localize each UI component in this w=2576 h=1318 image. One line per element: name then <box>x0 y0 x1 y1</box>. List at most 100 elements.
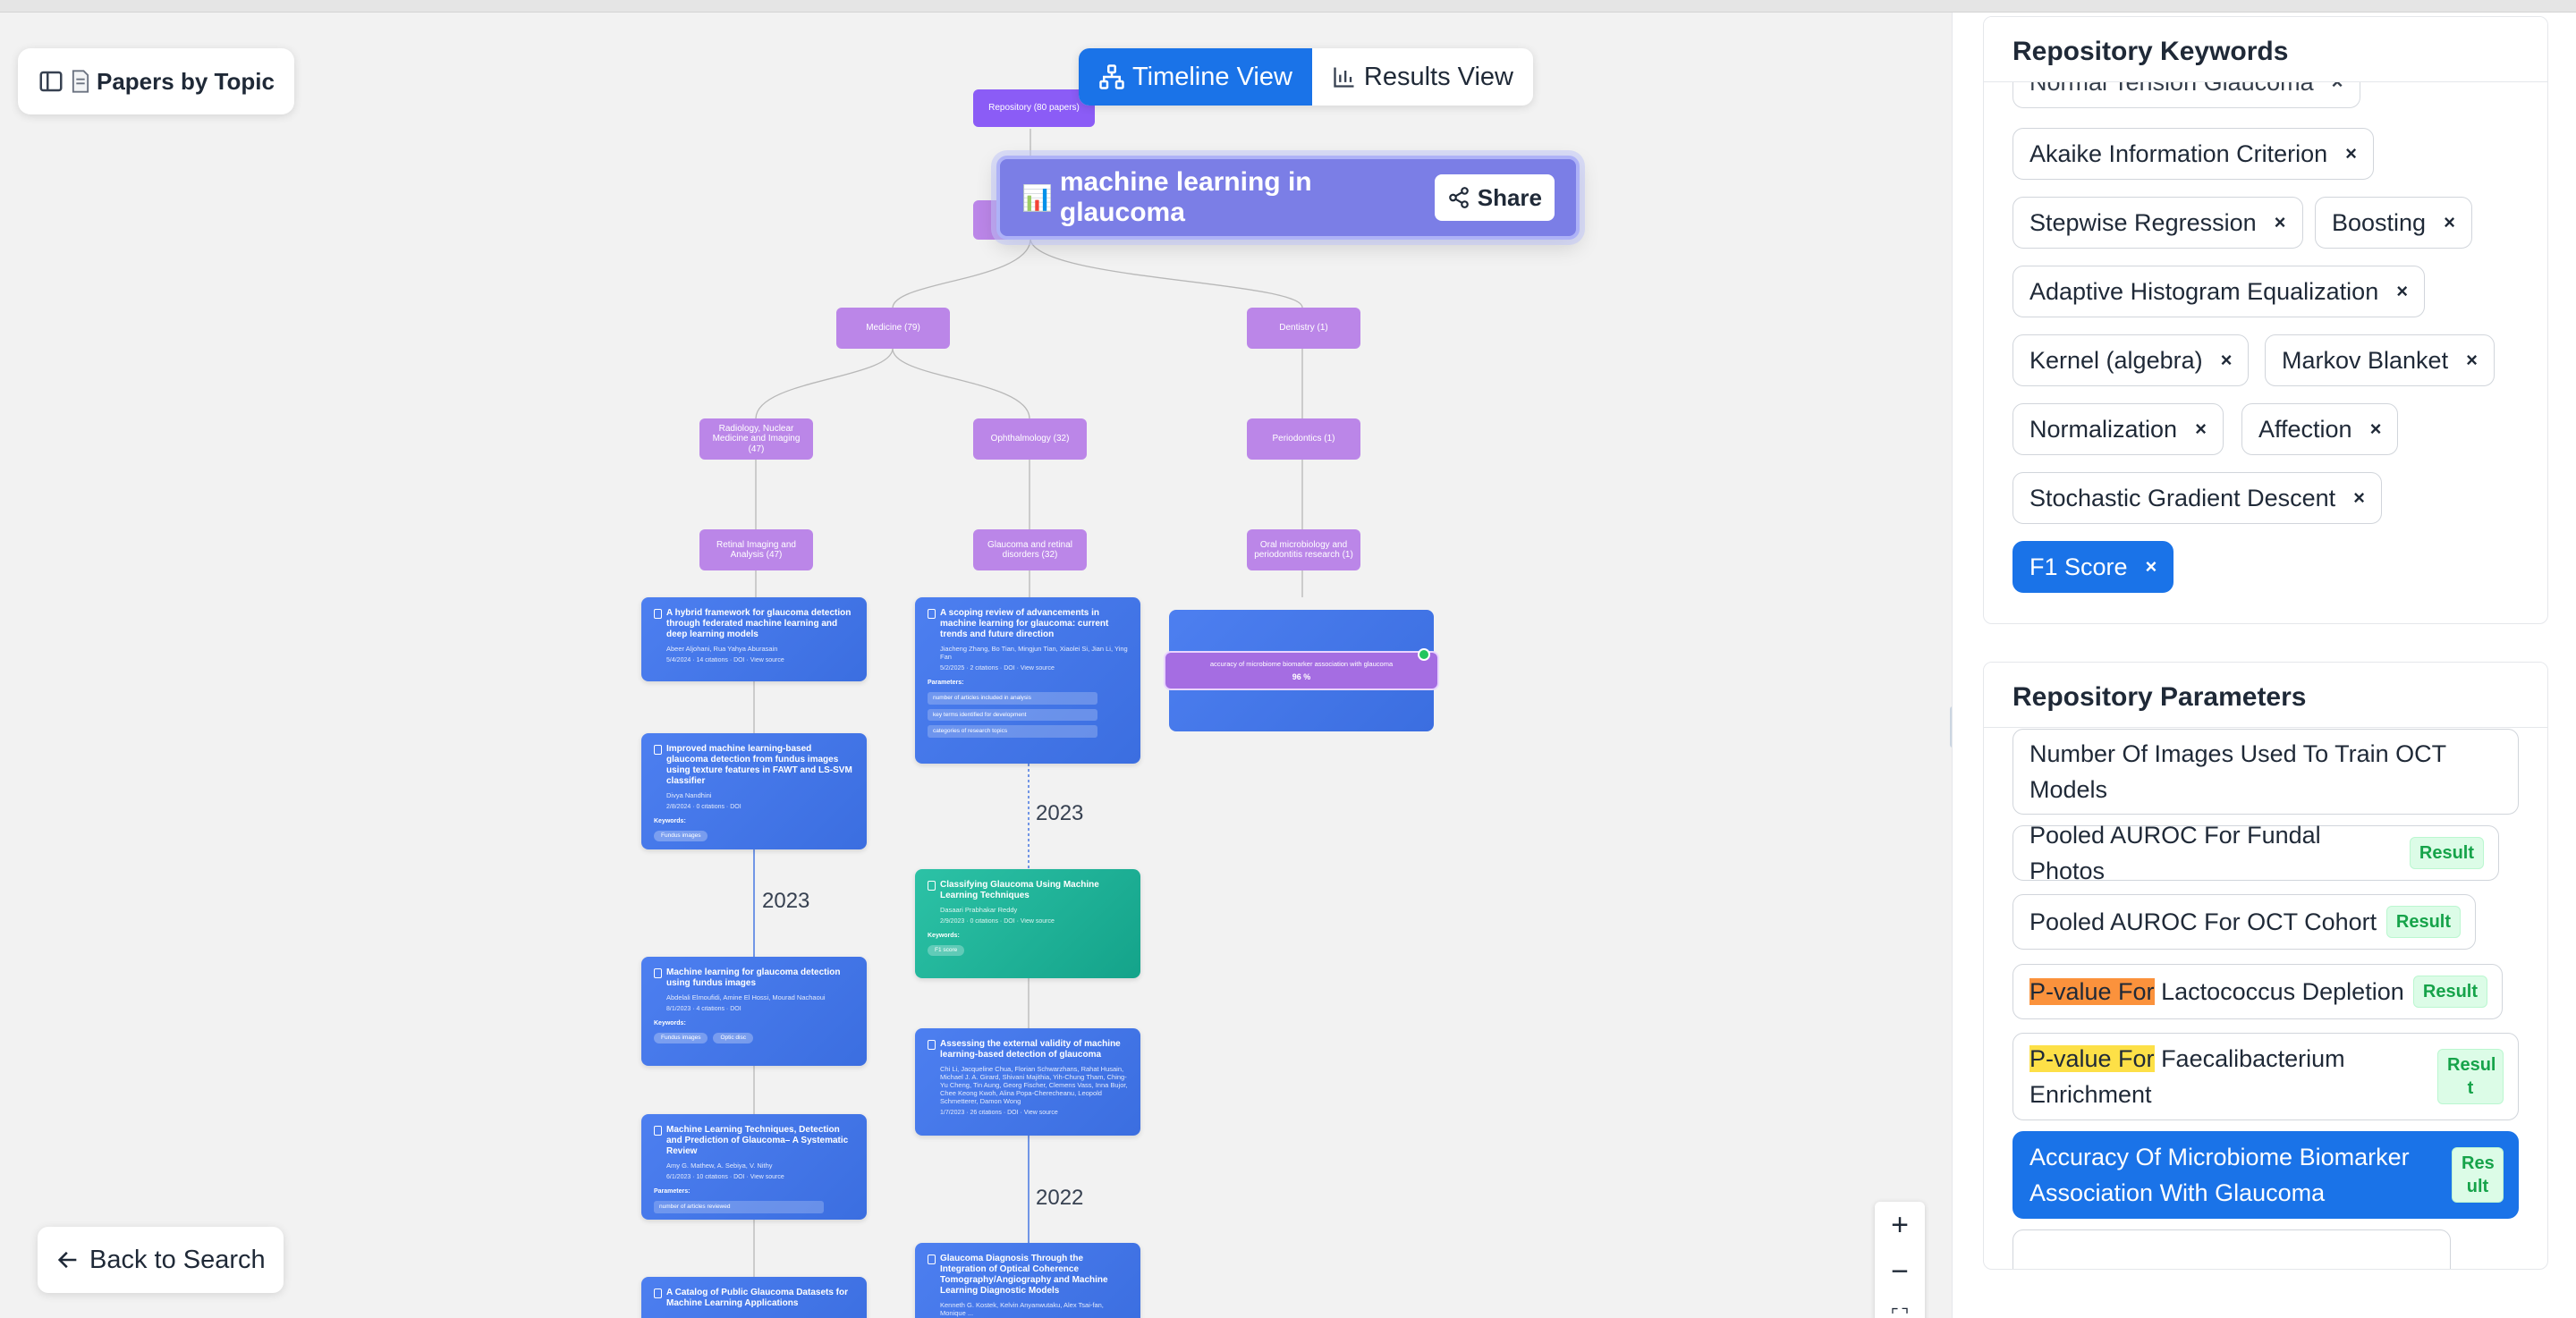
paper-card[interactable]: A hybrid framework for glaucoma detectio… <box>641 597 867 681</box>
parameter-label: Pooled AUROC For OCT Cohort <box>2029 908 2377 935</box>
tree-node-root[interactable]: Repository (80 papers) <box>973 89 1095 127</box>
tree-node-ophthalmology[interactable]: Ophthalmology (32) <box>973 418 1087 460</box>
zoom-in-button[interactable]: + <box>1875 1202 1925 1248</box>
keyword-chip[interactable]: Affection × <box>2241 403 2399 455</box>
keyword-chip[interactable]: Normalization × <box>2012 403 2224 455</box>
paper-card[interactable]: Improved machine learning-based glaucoma… <box>641 733 867 849</box>
paper-title: A Catalog of Public Glaucoma Datasets fo… <box>666 1288 849 1308</box>
remove-icon[interactable]: × <box>2466 349 2478 372</box>
keyword-chip-label: Akaike Information Criterion <box>2029 139 2328 167</box>
remove-icon[interactable]: × <box>2221 349 2233 372</box>
tree-node-glaucoma[interactable]: Glaucoma and retinal disorders (32) <box>973 529 1087 570</box>
chart-icon: 📊 <box>1021 183 1053 212</box>
paper-authors: Abdelali Elmoufidi, Amine El Hossi, Mour… <box>666 993 826 1001</box>
remove-icon[interactable]: × <box>2370 418 2382 441</box>
repository-keywords-title: Repository Keywords <box>1984 17 2547 82</box>
document-icon <box>928 1040 936 1050</box>
document-icon <box>928 881 936 891</box>
parameter-item[interactable]: P-value For Lactococcus Depletion Result <box>2012 964 2503 1019</box>
results-view-label: Results View <box>1363 62 1513 91</box>
document-icon <box>928 1255 936 1264</box>
paper-authors: Abeer Aljohani, Rua Yahya Aburasain <box>666 645 778 653</box>
parameter-row[interactable]: number of articles reviewed <box>654 1200 824 1213</box>
paper-card[interactable]: Machine learning for glaucoma detection … <box>641 957 867 1066</box>
zoom-out-button[interactable]: − <box>1875 1248 1925 1295</box>
remove-icon[interactable]: × <box>2275 211 2286 234</box>
parameter-item[interactable]: P-value For Faecalibacterium Enrichment … <box>2012 1033 2519 1120</box>
paper-card[interactable]: A scoping review of advancements in mach… <box>915 597 1140 764</box>
keyword-chip-label: Stepwise Regression <box>2029 208 2257 236</box>
keyword-chip-label: Affection <box>2258 415 2352 443</box>
keywords-label: Keywords: <box>928 933 960 940</box>
result-node[interactable]: accuracy of microbiome biomarker associa… <box>1164 651 1439 690</box>
back-to-search-button[interactable]: Back to Search <box>38 1227 284 1293</box>
sidebar-icon <box>39 71 63 92</box>
tree-node-periodontics[interactable]: Periodontics (1) <box>1247 418 1360 460</box>
year-label: 2023 <box>1036 801 1084 825</box>
paper-authors: Jiacheng Zhang, Bo Tian, Mingjun Tian, X… <box>940 645 1128 661</box>
parameter-item[interactable]: Number Of Images Used To Train OCT Model… <box>2012 729 2519 815</box>
zoom-controls: + − ⛶ <box>1875 1202 1925 1318</box>
parameter-label: Lactococcus Depletion <box>2154 978 2404 1005</box>
share-icon <box>1448 187 1469 208</box>
remove-icon[interactable]: × <box>2345 142 2357 165</box>
timeline-view-label: Timeline View <box>1132 62 1292 91</box>
keyword-chip[interactable]: Boosting × <box>2315 197 2472 249</box>
parameter-row[interactable]: number of articles included in analysis <box>928 691 1097 705</box>
remove-icon[interactable]: × <box>2146 555 2157 579</box>
keyword-chip[interactable]: Stochastic Gradient Descent × <box>2012 472 2383 524</box>
result-label: accuracy of microbiome biomarker associa… <box>1209 660 1394 668</box>
paper-card[interactable]: Glaucoma Diagnosis Through the Integrati… <box>915 1243 1140 1318</box>
paper-stats: 5/2/2025 · 2 citations · DOI · View sour… <box>940 665 1055 672</box>
timeline-view-tab[interactable]: Timeline View <box>1079 48 1312 106</box>
top-bar <box>0 0 2576 13</box>
keyword-chip[interactable]: Markov Blanket × <box>2265 334 2495 386</box>
keyword-chip[interactable]: Stepwise Regression × <box>2012 197 2303 249</box>
tree-node-oral[interactable]: Oral microbiology and periodontitis rese… <box>1247 529 1360 570</box>
paper-card[interactable]: Classifying Glaucoma Using Machine Learn… <box>915 869 1140 978</box>
tree-node-medicine[interactable]: Medicine (79) <box>836 308 950 349</box>
parameter-item-selected[interactable]: Accuracy Of Microbiome Biomarker Associa… <box>2012 1131 2519 1219</box>
keyword-chip-label: Kernel (algebra) <box>2029 346 2203 374</box>
keyword-chip[interactable]: Akaike Information Criterion × <box>2012 128 2374 180</box>
share-button[interactable]: Share <box>1434 174 1555 221</box>
keyword-chip[interactable]: Kernel (algebra) × <box>2012 334 2250 386</box>
results-view-tab[interactable]: Results View <box>1312 48 1533 106</box>
share-label: Share <box>1477 183 1542 211</box>
keyword-tag[interactable]: Fundus images <box>654 1032 708 1043</box>
fit-view-button[interactable]: ⛶ <box>1875 1295 1925 1318</box>
paper-card[interactable]: Assessing the external validity of machi… <box>915 1028 1140 1136</box>
paper-card[interactable]: Machine Learning Techniques, Detection a… <box>641 1114 867 1220</box>
paper-title: Machine learning for glaucoma detection … <box>666 967 841 988</box>
papers-by-topic-button[interactable]: Papers by Topic <box>18 48 294 114</box>
parameters-label: Parameters: <box>928 680 964 687</box>
paper-card[interactable]: A Catalog of Public Glaucoma Datasets fo… <box>641 1277 867 1318</box>
keyword-tag[interactable]: F1 score <box>928 944 965 956</box>
view-toggle: Timeline View Results View <box>1079 48 1533 106</box>
keyword-tag[interactable]: Fundus images <box>654 830 708 841</box>
remove-icon[interactable]: × <box>2195 418 2207 441</box>
tree-node-radiology[interactable]: Radiology, Nuclear Medicine and Imaging … <box>699 418 813 460</box>
remove-icon[interactable]: × <box>2396 280 2408 303</box>
search-highlight: P-value For <box>2029 1045 2155 1072</box>
paper-title: A hybrid framework for glaucoma detectio… <box>666 608 852 639</box>
keyword-chip-selected[interactable]: F1 Score × <box>2012 541 2174 593</box>
status-dot <box>1418 648 1430 661</box>
right-panel: Repository Keywords Normal Tension Glauc… <box>1952 13 2576 1318</box>
keyword-chip[interactable]: Adaptive Histogram Equalization × <box>2012 266 2426 317</box>
keyword-chip-label: Markov Blanket <box>2282 346 2449 374</box>
parameter-row[interactable]: categories of research topics <box>928 725 1097 739</box>
remove-icon[interactable]: × <box>2353 486 2365 510</box>
tree-node-retinal[interactable]: Retinal Imaging and Analysis (47) <box>699 529 813 570</box>
keyword-tag[interactable]: Optic disc <box>713 1032 753 1043</box>
tree-node-dentistry[interactable]: Dentistry (1) <box>1247 308 1360 349</box>
keywords-label: Keywords: <box>654 1020 686 1027</box>
timeline-canvas[interactable]: Repository (80 papers) Medicine (79) Den… <box>0 13 1952 1318</box>
parameter-label: Accuracy Of Microbiome Biomarker Associa… <box>2029 1144 2410 1206</box>
parameter-item[interactable]: Pooled AUROC For OCT Cohort Result <box>2012 894 2476 950</box>
parameter-item[interactable]: Pooled AUROC For Fundal Photos Result <box>2012 822 2499 884</box>
parameter-row[interactable]: key terms identified for development <box>928 708 1097 722</box>
keyword-chip-label: F1 Score <box>2029 553 2128 580</box>
remove-icon[interactable]: × <box>2444 211 2455 234</box>
parameter-item[interactable] <box>2012 1229 2451 1269</box>
